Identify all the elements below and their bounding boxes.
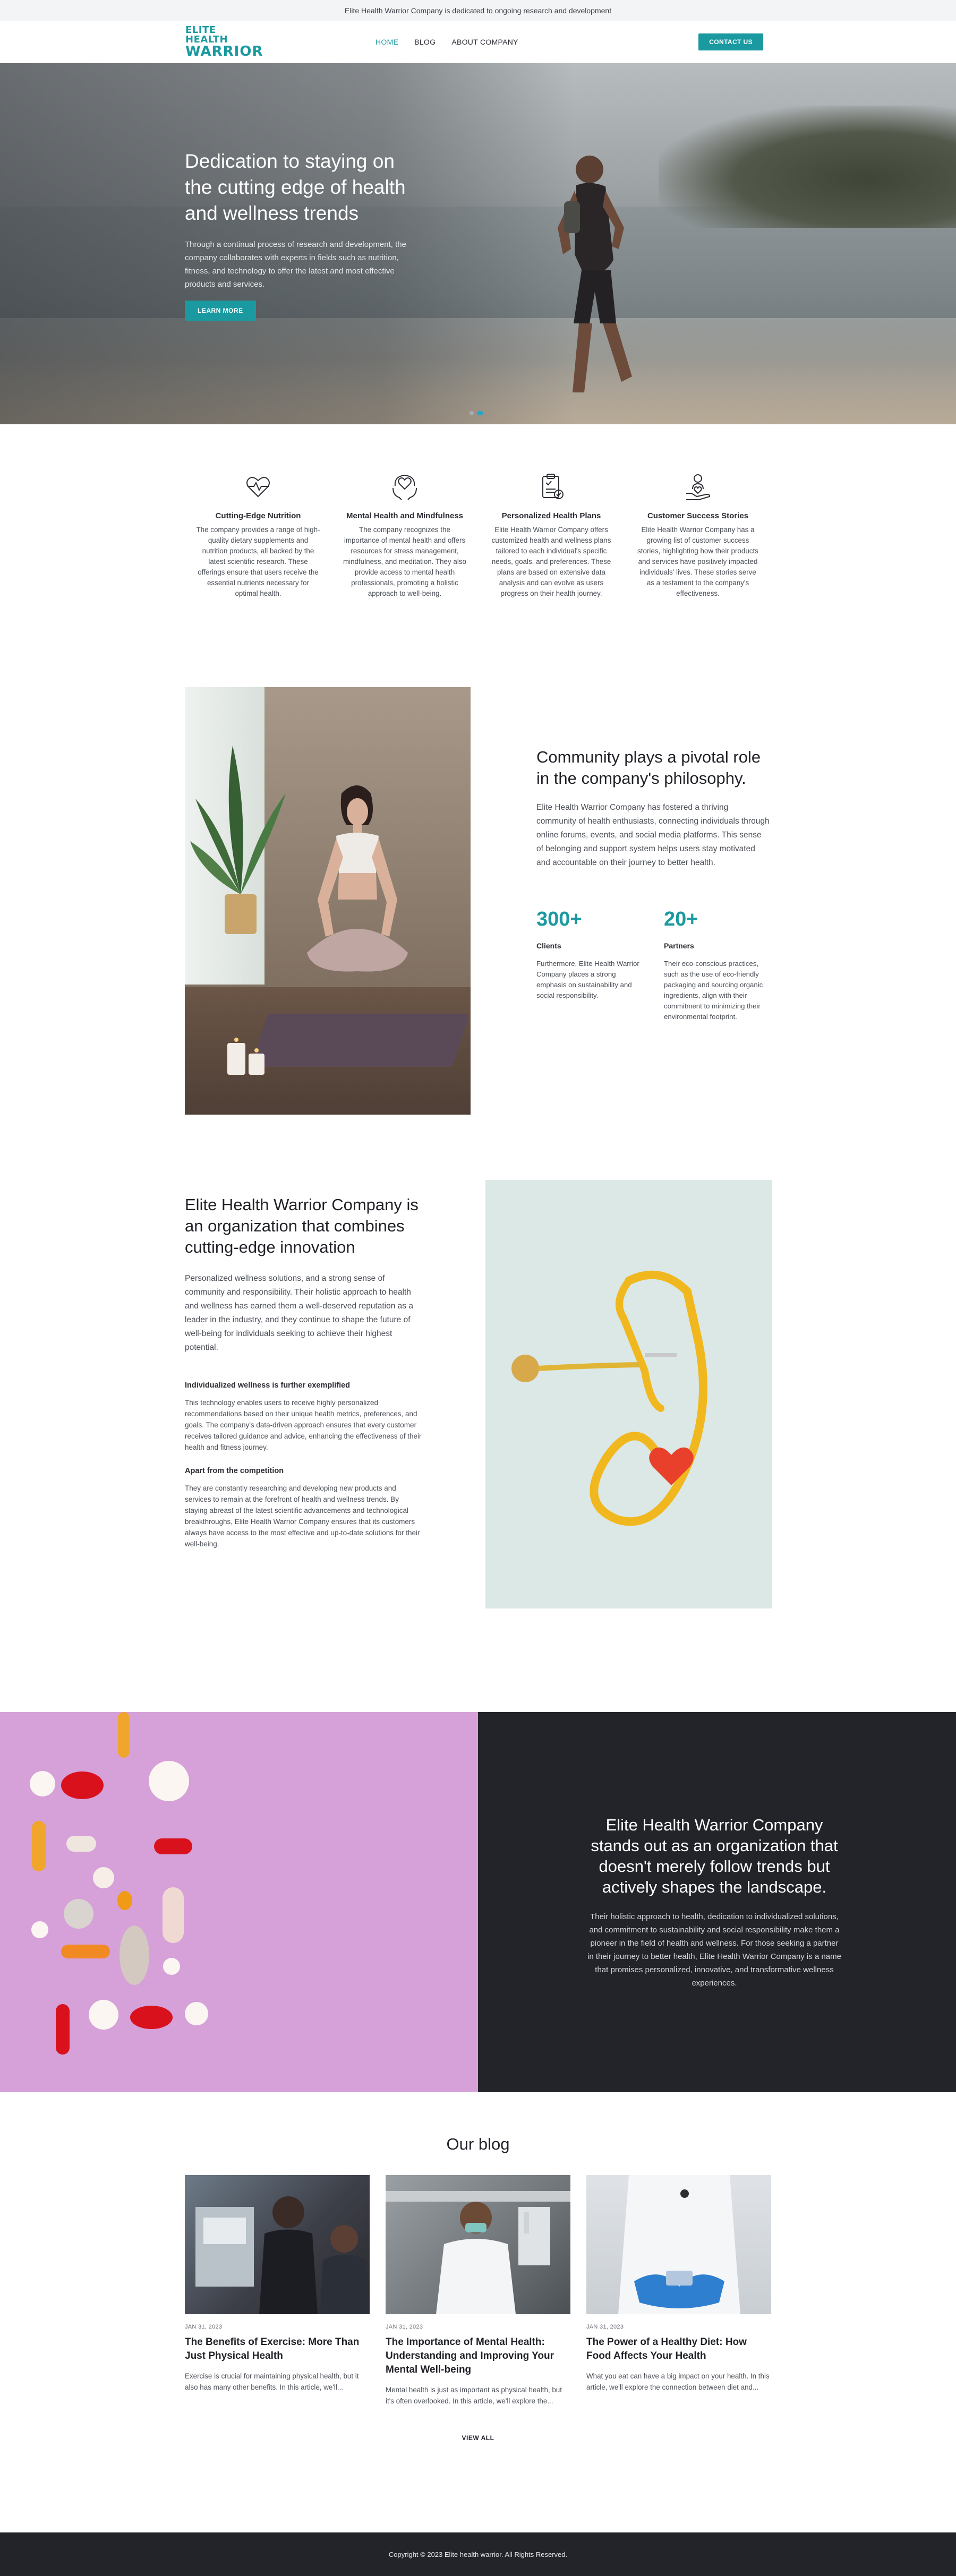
blog-posts: JAN 31, 2023 The Benefits of Exercise: M… — [0, 2175, 956, 2407]
pills-illustration — [30, 1712, 208, 2055]
feature-text: Elite Health Warrior Company offers cust… — [491, 526, 611, 597]
hero-title: Dedication to staying on the cutting edg… — [185, 150, 406, 224]
hero-overlay — [0, 63, 956, 424]
post-thumbnail[interactable] — [386, 2175, 570, 2314]
standout-content: Elite Health Warrior Company stands out … — [587, 1815, 842, 1990]
organization-description: Personalized wellness solutions, and a s… — [185, 1274, 413, 1352]
feature-title: Mental Health and Mindfulness — [346, 511, 464, 520]
pills-image — [0, 1712, 478, 2092]
community-title: Community plays a pivotal role in the co… — [536, 748, 761, 788]
site-footer: Copyright © 2023 Elite health warrior. A… — [0, 2532, 956, 2576]
post-excerpt: Mental health is just as important as ph… — [386, 2386, 562, 2405]
logo-line-2: WARRIOR — [185, 44, 263, 59]
feature-title: Personalized Health Plans — [501, 511, 601, 520]
gloved-hands-illustration — [618, 2175, 740, 2314]
feature-card: Personalized Health Plans Elite Health W… — [489, 472, 614, 687]
post-title[interactable]: The Importance of Mental Health: Underst… — [386, 2335, 570, 2377]
post-thumbnail[interactable] — [185, 2175, 370, 2314]
blog-post-card[interactable]: JAN 31, 2023 The Importance of Mental He… — [386, 2175, 570, 2407]
stats-row: 300+ Clients Furthermore, Elite Health W… — [536, 908, 770, 1022]
post-date: JAN 31, 2023 — [185, 2324, 223, 2330]
feature-text: The company recognizes the importance of… — [343, 526, 466, 597]
lab-photo-illustration — [386, 2191, 570, 2314]
nav-about-company[interactable]: ABOUT COMPANY — [451, 38, 518, 46]
feature-text: The company provides a range of high-qua… — [196, 526, 320, 597]
feature-card: Mental Health and Mindfulness The compan… — [342, 472, 467, 687]
yoga-mat — [250, 1014, 470, 1067]
copyright-text: Copyright © 2023 Elite health warrior. A… — [388, 2550, 568, 2558]
feature-title: Customer Success Stories — [647, 511, 749, 520]
hero-slider: Dedication to staying on the cutting edg… — [0, 63, 956, 424]
yoga-image — [185, 687, 471, 1115]
stat-clients: 300+ Clients Furthermore, Elite Health W… — [536, 908, 643, 1022]
plant-illustration — [190, 746, 286, 934]
blog-post-card[interactable]: JAN 31, 2023 The Power of a Healthy Diet… — [586, 2175, 771, 2407]
nav-blog[interactable]: BLOG — [414, 38, 436, 46]
main-nav: HOME BLOG ABOUT COMPANY — [375, 38, 518, 46]
stethoscope-image — [485, 1180, 772, 1608]
person-heart-hand-icon — [686, 474, 711, 500]
meditating-woman-figure — [307, 785, 408, 972]
hero-content: Dedication to staying on the cutting edg… — [185, 148, 424, 321]
candles-illustration — [227, 1038, 264, 1075]
blog-post-card[interactable]: JAN 31, 2023 The Benefits of Exercise: M… — [185, 2175, 370, 2407]
announcement-text: Elite Health Warrior Company is dedicate… — [344, 6, 612, 15]
clipboard-plan-icon — [542, 474, 564, 499]
site-header: ELITE HEALTH WARRIOR HOME BLOG ABOUT COM… — [0, 21, 956, 63]
standout-section: Elite Health Warrior Company stands out … — [0, 1712, 956, 2092]
organization-content: Elite Health Warrior Company is an organ… — [185, 1194, 423, 1550]
blog-section: Our blog JAN 31, 2023 The Benefits of Ex… — [0, 2092, 956, 2532]
stethoscope-illustration — [511, 1270, 707, 1526]
standout-description: Their holistic approach to health, dedic… — [587, 1912, 841, 1988]
post-title[interactable]: The Power of a Healthy Diet: How Food Af… — [586, 2335, 771, 2363]
stat-label: Partners — [664, 942, 694, 950]
nav-home[interactable]: HOME — [375, 38, 398, 46]
logo[interactable]: ELITE HEALTH WARRIOR — [185, 24, 263, 59]
stat-partners: 20+ Partners Their eco-conscious practic… — [664, 908, 770, 1022]
view-all-container: VIEW ALL — [0, 2433, 956, 2443]
post-excerpt: Exercise is crucial for maintaining phys… — [185, 2372, 359, 2391]
stat-label: Clients — [536, 942, 561, 950]
organization-subtitle-2: Apart from the competition — [185, 1467, 284, 1475]
organization-section: Elite Health Warrior Company is an organ… — [0, 1180, 956, 1712]
stat-text: Their eco-conscious practices, such as t… — [664, 960, 763, 1021]
features-section: Cutting-Edge Nutrition The company provi… — [0, 424, 956, 687]
slider-dots — [470, 411, 483, 415]
post-date: JAN 31, 2023 — [386, 2324, 423, 2330]
feature-card: Cutting-Edge Nutrition The company provi… — [195, 472, 321, 687]
community-section: Community plays a pivotal role in the co… — [0, 687, 956, 1181]
organization-subtitle-1: Individualized wellness is further exemp… — [185, 1381, 351, 1390]
slider-dot-2[interactable] — [477, 411, 483, 415]
standout-title: Elite Health Warrior Company stands out … — [591, 1816, 838, 1896]
organization-subtext-2: They are constantly researching and deve… — [185, 1484, 420, 1548]
learn-more-button[interactable]: LEARN MORE — [185, 301, 256, 321]
community-content: Community plays a pivotal role in the co… — [536, 747, 770, 1022]
feature-card: Customer Success Stories Elite Health Wa… — [635, 472, 761, 687]
exercise-photo-illustration — [195, 2196, 370, 2314]
head-heart-hands-icon — [392, 474, 417, 500]
post-thumbnail[interactable] — [586, 2175, 771, 2314]
heart-pulse-icon — [246, 477, 270, 498]
post-date: JAN 31, 2023 — [586, 2324, 624, 2330]
view-all-link[interactable]: VIEW ALL — [462, 2434, 494, 2442]
hero-description: Through a continual process of research … — [185, 240, 406, 289]
community-description: Elite Health Warrior Company has fostere… — [536, 803, 770, 867]
blog-title: Our blog — [446, 2135, 510, 2153]
feature-title: Cutting-Edge Nutrition — [215, 511, 301, 520]
contact-us-button[interactable]: CONTACT US — [698, 33, 763, 50]
slider-dot-1[interactable] — [470, 411, 474, 415]
logo-line-1: ELITE HEALTH — [185, 24, 228, 45]
post-excerpt: What you eat can have a big impact on yo… — [586, 2372, 770, 2391]
stat-number: 20+ — [664, 908, 698, 930]
stat-text: Furthermore, Elite Health Warrior Compan… — [536, 960, 639, 999]
stat-number: 300+ — [536, 908, 582, 930]
post-title[interactable]: The Benefits of Exercise: More Than Just… — [185, 2335, 370, 2363]
organization-subtext-1: This technology enables users to receive… — [185, 1399, 422, 1451]
announcement-bar: Elite Health Warrior Company is dedicate… — [0, 0, 956, 21]
organization-title: Elite Health Warrior Company is an organ… — [185, 1195, 419, 1256]
feature-text: Elite Health Warrior Company has a growi… — [637, 526, 758, 597]
standout-panel: Elite Health Warrior Company stands out … — [478, 1712, 956, 2092]
